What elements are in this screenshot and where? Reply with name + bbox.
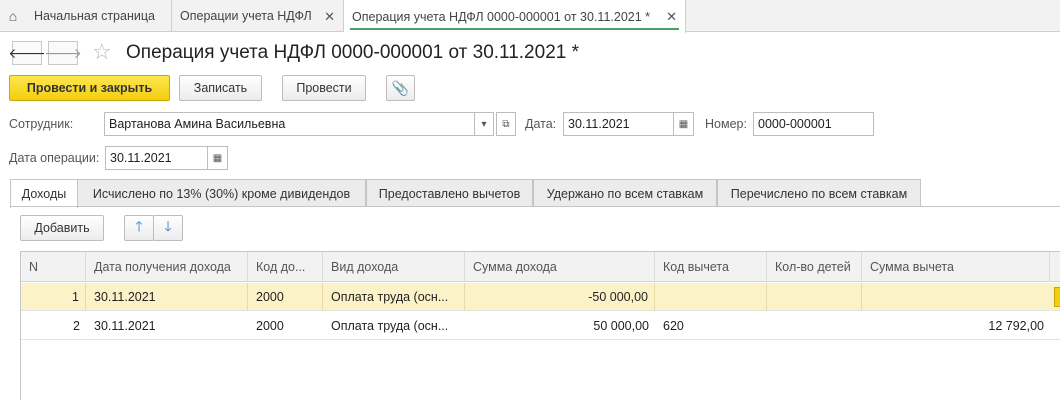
move-up-button[interactable]: 🡑 [124, 215, 154, 241]
tab-ndfl-operations[interactable]: Операции учета НДФЛ ✕ [172, 0, 344, 32]
income-date-cell: 30.11.2021 [94, 319, 156, 333]
number-label: Номер: [705, 117, 747, 131]
tab-divider [10, 206, 1060, 207]
table-row[interactable]: 1 30.11.2021 2000 Оплата труда (осн... -… [21, 283, 1060, 311]
table-header: N Дата получения дохода Код до... Вид до… [21, 252, 1060, 282]
page-title: Операция учета НДФЛ 0000-000001 от 30.11… [126, 42, 579, 63]
row-selection-marker [1054, 287, 1060, 307]
home-icon[interactable]: ⌂ [0, 0, 26, 32]
row-number: 1 [21, 283, 86, 311]
open-link-icon[interactable]: ⧉ [496, 112, 516, 136]
arrow-right-icon: 🡒 [44, 44, 82, 61]
move-down-button[interactable]: 🡓 [153, 215, 183, 241]
date-label: Дата: [525, 117, 557, 131]
tab-label: Операции учета НДФЛ [180, 9, 312, 23]
deduction-code-cell: 620 [663, 319, 684, 333]
number-field[interactable]: 0000-000001 [753, 112, 874, 136]
income-table[interactable]: N Дата получения дохода Код до... Вид до… [20, 251, 1060, 400]
children-cell [767, 283, 862, 311]
star-icon[interactable]: ☆ [92, 40, 112, 64]
close-icon[interactable]: ✕ [666, 9, 677, 25]
tab-current-operation[interactable]: Операция учета НДФЛ 0000-000001 от 30.11… [344, 0, 686, 33]
income-code-cell: 2000 [248, 283, 323, 311]
add-row-button[interactable]: Добавить [20, 215, 104, 241]
income-kind-cell: Оплата труда (осн... [323, 283, 465, 311]
forward-button[interactable]: 🡒 [44, 41, 82, 65]
income-date-cell: 30.11.2021 [86, 283, 248, 311]
income-amount-cell: -50 000,00 [465, 283, 655, 311]
column-header-income-code[interactable]: Код до... [248, 252, 323, 282]
arrow-up-icon: 🡑 [135, 218, 143, 234]
operation-date-field[interactable]: 30.11.2021 [105, 146, 208, 170]
column-header-n[interactable]: N [21, 252, 86, 282]
column-header-income-kind[interactable]: Вид дохода [323, 252, 465, 282]
tab-deductions[interactable]: Предоставлено вычетов [366, 179, 533, 207]
deduction-code-cell [655, 283, 767, 311]
income-code-cell: 2000 [256, 319, 284, 333]
post-and-close-button[interactable]: Провести и закрыть [9, 75, 170, 101]
tab-transferred[interactable]: Перечислено по всем ставкам [717, 179, 921, 207]
employee-field[interactable]: Вартанова Амина Васильевна [104, 112, 475, 136]
tab-calculated[interactable]: Исчислено по 13% (30%) кроме дивидендов [77, 179, 366, 207]
column-header-income-date[interactable]: Дата получения дохода [86, 252, 248, 282]
paperclip-icon: 📎 [391, 79, 410, 96]
tab-income[interactable]: Доходы [10, 179, 78, 208]
income-amount-cell: 50 000,00 [593, 319, 649, 333]
column-header-income-amount[interactable]: Сумма дохода [465, 252, 655, 282]
deduction-amount-cell [862, 283, 1050, 311]
column-header-deduction-amount[interactable]: Сумма вычета [862, 252, 1050, 282]
dropdown-arrow-icon[interactable]: ▾ [474, 112, 494, 136]
deduction-amount-cell: 12 792,00 [988, 319, 1044, 333]
table-row[interactable]: 2 30.11.2021 2000 Оплата труда (осн... 5… [21, 312, 1060, 340]
tab-home-page[interactable]: Начальная страница [26, 0, 172, 32]
date-field[interactable]: 30.11.2021 [563, 112, 674, 136]
tab-label: Операция учета НДФЛ 0000-000001 от 30.11… [352, 9, 651, 24]
calendar-icon[interactable]: ▦ [673, 112, 694, 136]
column-header-children[interactable]: Кол-во детей [767, 252, 862, 282]
children-cell [767, 312, 862, 340]
calendar-icon[interactable]: ▦ [207, 146, 228, 170]
arrow-left-icon: 🡐 [8, 44, 46, 61]
operation-date-label: Дата операции: [9, 151, 100, 165]
save-button[interactable]: Записать [179, 75, 262, 101]
post-button[interactable]: Провести [282, 75, 366, 101]
tab-withheld[interactable]: Удержано по всем ставкам [533, 179, 717, 207]
back-button[interactable]: 🡐 [8, 41, 46, 65]
column-header-deduction-code[interactable]: Код вычета [655, 252, 767, 282]
close-icon[interactable]: ✕ [324, 9, 335, 25]
attachment-button[interactable]: 📎 [386, 75, 415, 101]
window-tab-bar: ⌂ Начальная страница Операции учета НДФЛ… [0, 0, 1060, 33]
tab-label: Начальная страница [34, 9, 155, 23]
income-kind-cell: Оплата труда (осн... [331, 319, 449, 333]
row-number: 2 [73, 319, 80, 333]
employee-label: Сотрудник: [9, 117, 74, 131]
arrow-down-icon: 🡓 [164, 218, 172, 234]
